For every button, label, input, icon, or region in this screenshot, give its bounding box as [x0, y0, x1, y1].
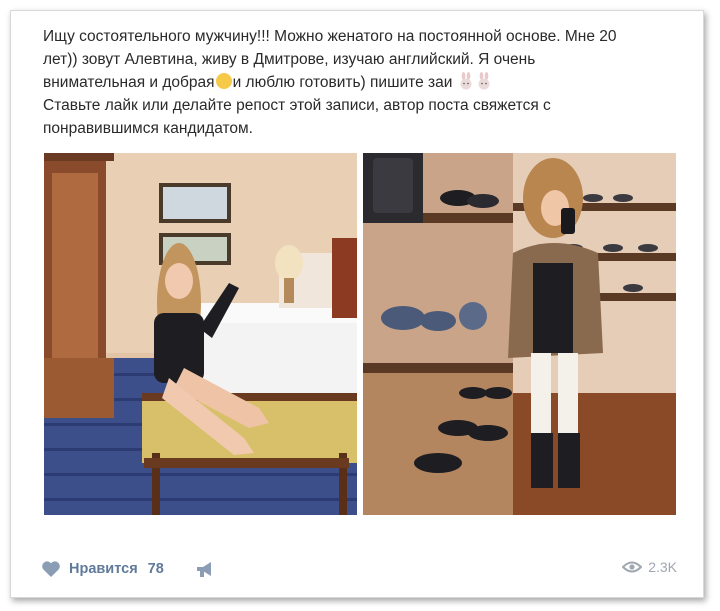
post-line: лет)) зовут Алевтина, живу в Дмитрове, и…: [43, 51, 536, 68]
views-count: 2.3K: [648, 559, 677, 575]
eye-icon: [622, 561, 643, 573]
post-line: Ставьте лайк или делайте репост этой зап…: [43, 97, 551, 114]
smiling-face-emoji-icon: [215, 73, 232, 89]
hotel-room-image: [44, 153, 357, 515]
post-line-part: и люблю готовить) пишите заи: [232, 74, 453, 91]
views-counter: 2.3K: [622, 559, 677, 575]
shoe-store-image: [363, 153, 676, 515]
bunny-emoji-icon: [460, 72, 472, 90]
photo-shoe-store[interactable]: [363, 153, 676, 515]
like-count: 78: [147, 561, 164, 577]
post-line: Ищу состоятельного мужчину!!! Можно жена…: [43, 28, 617, 45]
post-text: Ищу состоятельного мужчину!!! Можно жена…: [43, 25, 683, 140]
share-button[interactable]: [195, 559, 215, 584]
heart-icon: [42, 561, 60, 577]
post-line: понравившимся кандидатом.: [43, 120, 253, 137]
post-card: Ищу состоятельного мужчину!!! Можно жена…: [10, 10, 704, 598]
post-line-part: внимательная и добрая: [43, 74, 215, 91]
bunny-emoji-icon: [478, 72, 490, 90]
megaphone-icon: [197, 562, 211, 577]
post-line: внимательная и добрая и люблю готовить) п…: [43, 71, 683, 94]
like-button[interactable]: Нравится 78: [41, 559, 164, 579]
photo-hotel-room[interactable]: [44, 153, 357, 515]
post-footer: Нравится 78 2.3K: [11, 551, 703, 587]
like-label: Нравится: [69, 561, 138, 577]
